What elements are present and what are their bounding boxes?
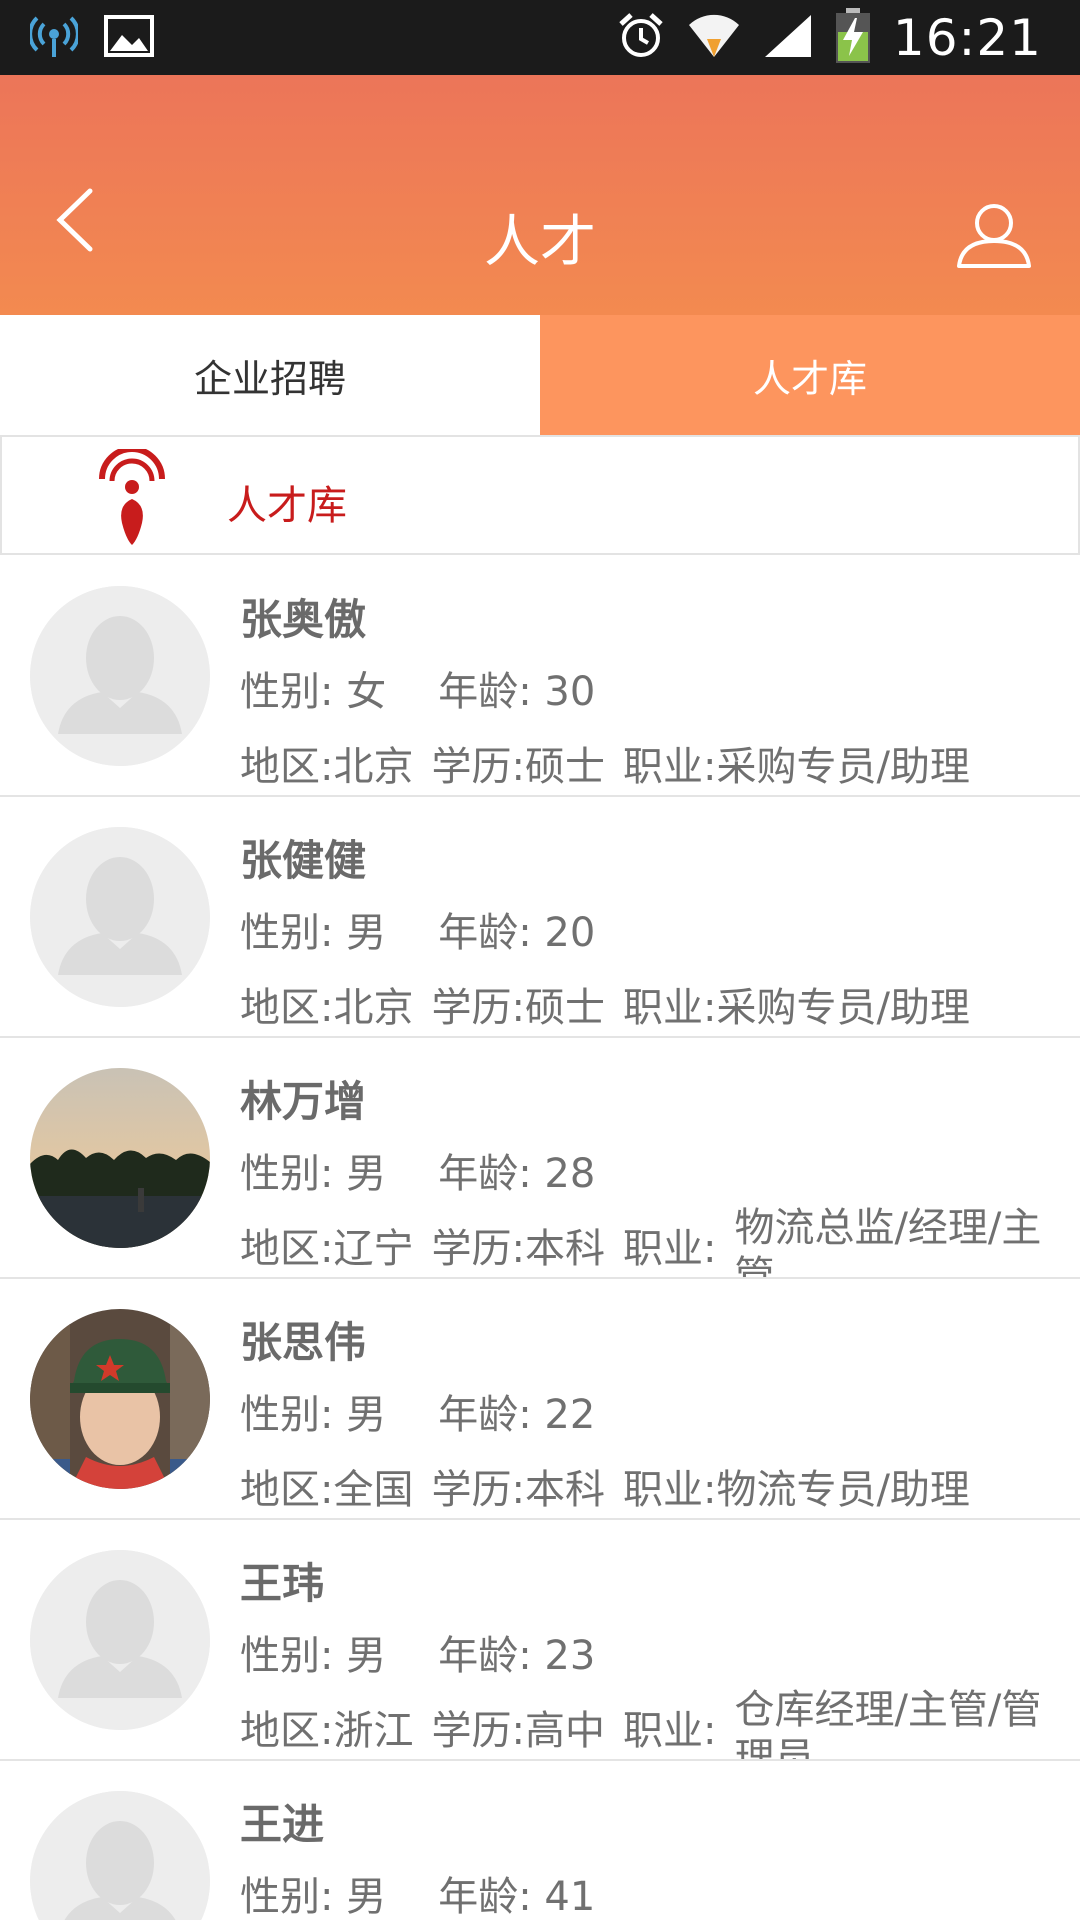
candidate-education: 学历:硕士 bbox=[431, 985, 605, 1031]
status-time: 16:21 bbox=[892, 8, 1042, 67]
candidate-name: 张奥傲 bbox=[240, 595, 367, 644]
candidate-name: 张健健 bbox=[240, 836, 367, 885]
candidate-job-value: 物流总监/经理/主管 bbox=[734, 1205, 1042, 1279]
candidate-region: 地区:北京 bbox=[240, 985, 414, 1031]
wireless-broadcast-icon bbox=[28, 14, 80, 62]
candidate-row[interactable]: 张思伟 性别: 男 年龄: 22 地区:全国 学历:本科 职业:物流专员/助理 bbox=[0, 1279, 1080, 1520]
alarm-icon bbox=[617, 12, 665, 64]
app-header: 人才 bbox=[0, 75, 1080, 315]
candidate-detail-info: 地区:浙江 学历:高中 职业: 仓库经理/主管/管理员 bbox=[240, 1687, 1064, 1759]
profile-button[interactable] bbox=[956, 203, 1032, 269]
candidate-list: 张奥傲 性别: 女年龄: 30 地区:北京 学历:硕士 职业:采购专员/助理 张健健… bbox=[0, 556, 1080, 1920]
candidate-name: 王进 bbox=[240, 1800, 325, 1849]
candidate-row[interactable]: 王玮 性别: 男 年龄: 23 地区:浙江 学历:高中 职业: 仓库经理/主管/管理员 bbox=[0, 1520, 1080, 1761]
default-avatar bbox=[30, 1550, 210, 1730]
page-title: 人才 bbox=[484, 210, 596, 275]
image-icon bbox=[104, 14, 154, 61]
default-avatar bbox=[30, 1791, 210, 1920]
candidate-row[interactable]: 张健健 性别: 男 年龄: 20 地区:北京 学历:硕士 职业:采购专员/助理 bbox=[0, 797, 1080, 1038]
candidate-row[interactable]: 张奥傲 性别: 女 年龄: 30 地区:北京 学历:硕士 职业:采购专员/助理 bbox=[0, 556, 1080, 797]
candidate-age: 年龄: 41 bbox=[438, 1874, 596, 1920]
candidate-basic-info: 性别: 男 年龄: 22 bbox=[240, 1382, 595, 1440]
candidate-row[interactable]: 林万增 性别: 男 年龄: 28 地区:辽宁 学历:本科 职业: 物流总监/经理/主管 bbox=[0, 1038, 1080, 1279]
candidate-detail-info: 地区:全国 学历:本科 职业:物流专员/助理 bbox=[240, 1457, 988, 1515]
candidate-age: 年龄: 28 bbox=[438, 1151, 596, 1197]
location-pin-signal-icon bbox=[92, 446, 172, 547]
portrait-photo-avatar bbox=[30, 1309, 210, 1489]
candidate-age: 年龄: 23 bbox=[438, 1633, 596, 1679]
candidate-gender: 性别: 男 bbox=[240, 1151, 387, 1197]
candidate-education: 学历:硕士 bbox=[431, 744, 605, 790]
candidate-age: 年龄: 20 bbox=[438, 910, 596, 956]
signal-icon bbox=[763, 13, 813, 63]
sunset-photo-avatar bbox=[30, 1068, 210, 1248]
default-avatar bbox=[30, 827, 210, 1007]
candidate-region: 地区:全国 bbox=[240, 1467, 414, 1513]
candidate-education: 学历:高中 bbox=[431, 1708, 605, 1754]
candidate-name: 王玮 bbox=[240, 1559, 325, 1608]
wifi-icon bbox=[687, 11, 741, 65]
candidate-age: 年龄: 30 bbox=[438, 669, 596, 715]
candidate-job: 职业:采购专员/助理 bbox=[622, 744, 970, 790]
candidate-basic-info: 性别: 男 年龄: 28 bbox=[240, 1141, 595, 1199]
candidate-detail-info: 地区:北京 学历:硕士 职业:采购专员/助理 bbox=[240, 734, 988, 792]
candidate-education: 学历:本科 bbox=[431, 1226, 605, 1272]
candidate-job: 职业:物流专员/助理 bbox=[622, 1467, 970, 1513]
candidate-job-value: 仓库经理/主管/管理员 bbox=[734, 1687, 1042, 1761]
candidate-basic-info: 性别: 男 年龄: 20 bbox=[240, 900, 595, 958]
battery-charging-icon bbox=[835, 7, 871, 68]
candidate-detail-info: 地区:北京 学历:硕士 职业:采购专员/助理 bbox=[240, 975, 988, 1033]
candidate-basic-info: 性别: 女 年龄: 30 bbox=[240, 659, 595, 717]
status-bar: 16:21 bbox=[0, 0, 1080, 75]
tab-company-recruitment[interactable]: 企业招聘 bbox=[0, 315, 540, 435]
candidate-detail-info: 地区:辽宁 学历:本科 职业: 物流总监/经理/主管 bbox=[240, 1205, 1064, 1277]
user-icon bbox=[957, 204, 1031, 268]
candidate-job-label: 职业: bbox=[622, 1226, 717, 1272]
candidate-age: 年龄: 22 bbox=[438, 1392, 596, 1438]
candidate-basic-info: 性别: 男 年龄: 41 bbox=[240, 1864, 595, 1920]
candidate-job: 职业:采购专员/助理 bbox=[622, 985, 970, 1031]
tab-bar: 企业招聘 人才库 bbox=[0, 315, 1080, 435]
tab-talent-pool[interactable]: 人才库 bbox=[540, 315, 1080, 435]
candidate-gender: 性别: 女 bbox=[240, 669, 387, 715]
candidate-region: 地区:北京 bbox=[240, 744, 414, 790]
candidate-region: 地区:浙江 bbox=[240, 1708, 414, 1754]
candidate-education: 学历:本科 bbox=[431, 1467, 605, 1513]
section-title: 人才库 bbox=[227, 483, 347, 529]
candidate-gender: 性别: 男 bbox=[240, 1633, 387, 1679]
section-header: 人才库 bbox=[0, 435, 1080, 555]
candidate-gender: 性别: 男 bbox=[240, 1392, 387, 1438]
candidate-job-label: 职业: bbox=[622, 1708, 717, 1754]
candidate-gender: 性别: 男 bbox=[240, 1874, 387, 1920]
candidate-region: 地区:辽宁 bbox=[240, 1226, 414, 1272]
default-avatar bbox=[30, 586, 210, 766]
candidate-name: 张思伟 bbox=[240, 1318, 367, 1367]
candidate-gender: 性别: 男 bbox=[240, 910, 387, 956]
candidate-name: 林万增 bbox=[240, 1077, 367, 1126]
candidate-basic-info: 性别: 男 年龄: 23 bbox=[240, 1623, 595, 1681]
candidate-row[interactable]: 王进 性别: 男 年龄: 41 bbox=[0, 1761, 1080, 1920]
